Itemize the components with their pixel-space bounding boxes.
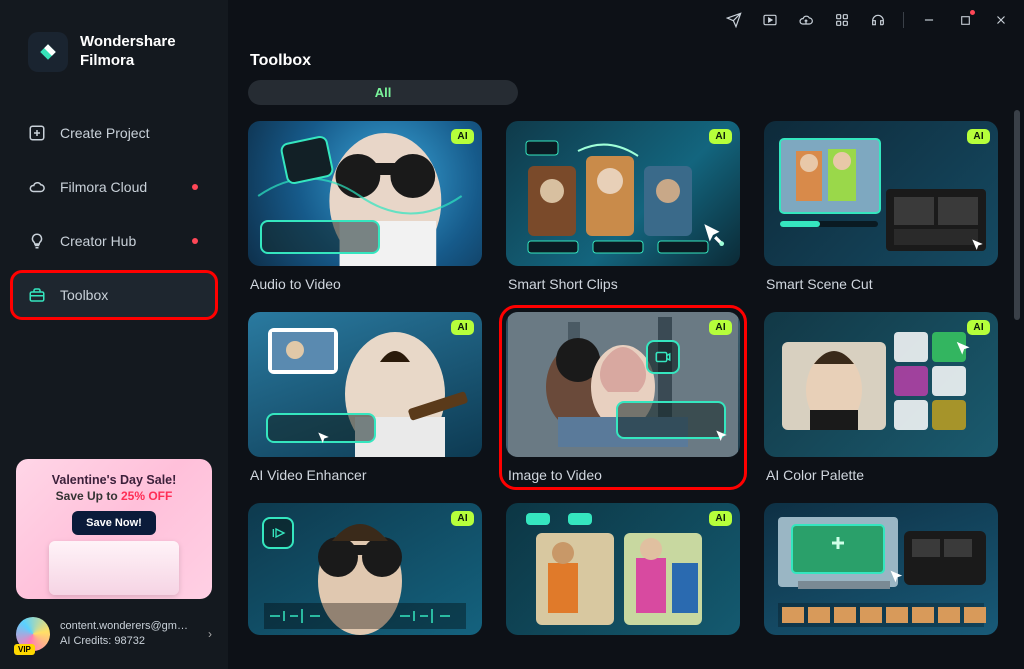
- card-thumb: AI: [764, 312, 998, 457]
- card-row3-3[interactable]: [764, 503, 998, 635]
- cloud-icon: [28, 178, 46, 196]
- card-label: AI Color Palette: [764, 467, 998, 483]
- ai-badge: AI: [451, 511, 474, 526]
- main: Toolbox All AI: [228, 0, 1024, 669]
- app-name-line2: Filmora: [80, 52, 176, 71]
- avatar: VIP: [16, 617, 50, 651]
- filmora-logo-icon: [28, 32, 68, 72]
- card-thumb: AI: [506, 312, 740, 457]
- ai-badge: AI: [967, 129, 990, 144]
- filter-all-tab[interactable]: All: [248, 80, 518, 105]
- card-label: Smart Short Clips: [506, 276, 740, 292]
- page-title: Toolbox: [250, 52, 1006, 70]
- card-thumb: AI: [248, 312, 482, 457]
- card-thumb: AI: [506, 503, 740, 635]
- promo-sub-pre: Save Up to: [56, 489, 121, 503]
- card-label: Smart Scene Cut: [764, 276, 998, 292]
- window-minimize-button[interactable]: [914, 6, 944, 34]
- app-name-line1: Wondershare: [80, 33, 176, 52]
- window-close-button[interactable]: [986, 6, 1016, 34]
- user-credits: AI Credits: 98732: [60, 634, 190, 649]
- notification-dot: [970, 10, 975, 15]
- user-email: content.wonderers@gmail....: [60, 619, 190, 634]
- promo-card[interactable]: Valentine's Day Sale! Save Up to 25% OFF…: [16, 459, 212, 599]
- card-label: Image to Video: [506, 467, 740, 483]
- sidebar: Wondershare Filmora Create Project Filmo…: [0, 0, 228, 669]
- card-smart-short-clips[interactable]: AI Smart Short Clips: [506, 121, 740, 292]
- promo-cta-button[interactable]: Save Now!: [72, 511, 156, 535]
- sidebar-item-label: Toolbox: [60, 287, 108, 303]
- cards-grid: AI Audio to Video: [248, 121, 1006, 635]
- cloud-upload-icon[interactable]: [791, 6, 821, 34]
- promo-art: [49, 541, 179, 595]
- card-smart-scene-cut[interactable]: AI Smart Scene Cut: [764, 121, 998, 292]
- sidebar-item-label: Create Project: [60, 125, 149, 141]
- plus-square-icon: [28, 124, 46, 142]
- window-maximize-button[interactable]: [950, 6, 980, 34]
- card-label: AI Video Enhancer: [248, 467, 482, 483]
- card-audio-to-video[interactable]: AI Audio to Video: [248, 121, 482, 292]
- sidebar-item-label: Filmora Cloud: [60, 179, 147, 195]
- sidebar-item-create-project[interactable]: Create Project: [12, 110, 216, 156]
- card-row3-1[interactable]: AI: [248, 503, 482, 635]
- scrollbar-handle[interactable]: [1014, 110, 1020, 320]
- vip-badge: VIP: [14, 644, 35, 655]
- promo-sub-pct: 25% OFF: [121, 489, 172, 503]
- user-meta: content.wonderers@gmail.... AI Credits: …: [60, 619, 190, 649]
- send-icon[interactable]: [719, 6, 749, 34]
- card-image-to-video[interactable]: AI Image to Video: [506, 312, 740, 483]
- card-thumb: AI: [248, 121, 482, 266]
- titlebar-separator: [903, 12, 904, 28]
- lightbulb-icon: [28, 232, 46, 250]
- ai-badge: AI: [451, 129, 474, 144]
- sidebar-item-filmora-cloud[interactable]: Filmora Cloud: [12, 164, 216, 210]
- notification-dot: [192, 184, 198, 190]
- card-thumb: AI: [506, 121, 740, 266]
- app-name: Wondershare Filmora: [80, 33, 176, 71]
- ai-badge: AI: [709, 511, 732, 526]
- scrollbar[interactable]: [1014, 110, 1020, 630]
- promo-title: Valentine's Day Sale!: [28, 473, 200, 487]
- card-ai-video-enhancer[interactable]: AI AI Video Enhancer: [248, 312, 482, 483]
- card-thumb: AI: [248, 503, 482, 635]
- card-row3-2[interactable]: AI: [506, 503, 740, 635]
- ai-badge: AI: [709, 129, 732, 144]
- card-label: Audio to Video: [248, 276, 482, 292]
- headset-icon[interactable]: [863, 6, 893, 34]
- sidebar-nav: Create Project Filmora Cloud Creator Hub…: [0, 110, 228, 318]
- titlebar: [228, 0, 1024, 40]
- user-account-row[interactable]: VIP content.wonderers@gmail.... AI Credi…: [0, 607, 228, 657]
- card-thumb: [764, 503, 998, 635]
- ai-badge: AI: [451, 320, 474, 335]
- chevron-right-icon: ›: [208, 627, 212, 641]
- content: Toolbox All AI: [228, 40, 1024, 669]
- sidebar-item-creator-hub[interactable]: Creator Hub: [12, 218, 216, 264]
- tutorial-icon[interactable]: [755, 6, 785, 34]
- apps-icon[interactable]: [827, 6, 857, 34]
- card-thumb: AI: [764, 121, 998, 266]
- ai-badge: AI: [709, 320, 732, 335]
- app-logo: Wondershare Filmora: [0, 18, 228, 92]
- toolbox-icon: [28, 286, 46, 304]
- notification-dot: [192, 238, 198, 244]
- card-ai-color-palette[interactable]: AI AI Color Palette: [764, 312, 998, 483]
- promo-subtitle: Save Up to 25% OFF: [28, 489, 200, 503]
- sidebar-item-label: Creator Hub: [60, 233, 136, 249]
- ai-badge: AI: [967, 320, 990, 335]
- sidebar-item-toolbox[interactable]: Toolbox: [12, 272, 216, 318]
